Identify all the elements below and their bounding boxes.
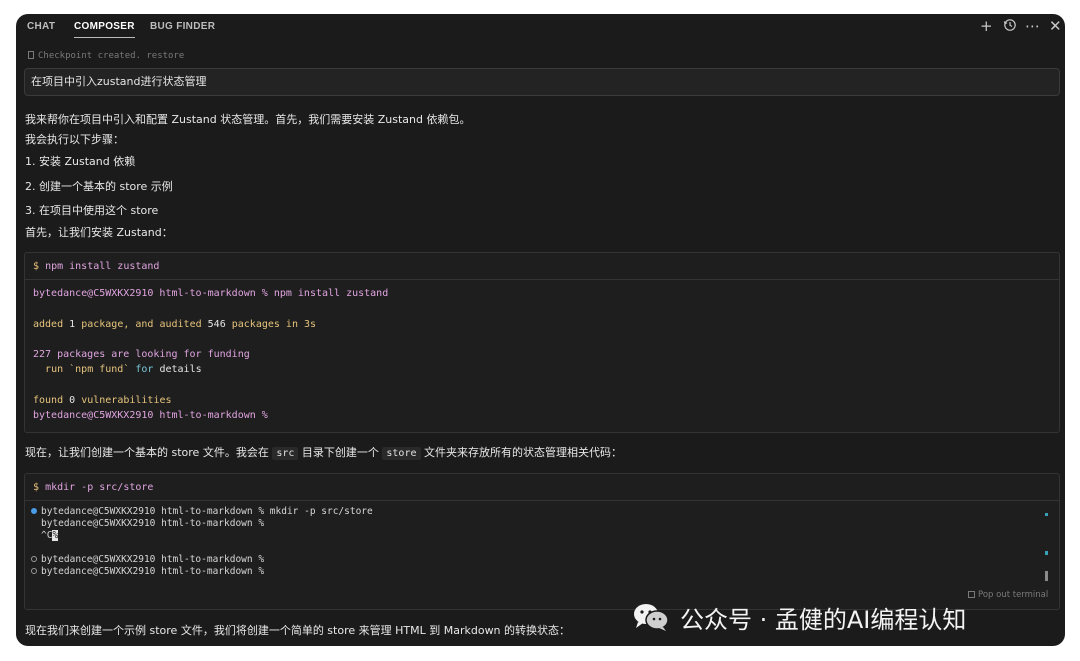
text: bytedance@C5WXKX2910 html-to-markdown % <box>41 554 265 565</box>
scroll-marker <box>1045 551 1048 555</box>
inline-code: store <box>382 447 421 460</box>
plus-icon[interactable]: + <box>980 17 993 35</box>
text: ^C <box>41 530 53 541</box>
text: Pop out terminal <box>978 590 1049 600</box>
number: 546 <box>207 319 226 330</box>
text: for <box>135 364 154 375</box>
close-icon[interactable]: ✕ <box>1049 17 1062 35</box>
terminal-line: ^C% <box>41 530 59 542</box>
command-text: mkdir -p src/store <box>45 482 154 493</box>
terminal-block-mkdir[interactable]: $ mkdir -p src/store bytedance@C5WXKX291… <box>24 473 1060 610</box>
text: package, and audited <box>81 319 202 330</box>
restore-link[interactable]: restore <box>146 51 184 61</box>
terminal-cursor: % <box>52 530 59 541</box>
watermark-text: 公众号 · 孟健的AI编程认知 <box>680 605 967 634</box>
checkpoint-notice: Checkpoint created. restore <box>28 51 184 61</box>
command-header: $ mkdir -p src/store <box>25 474 1059 501</box>
step-3: 3. 在项目中使用这个 store <box>25 204 159 217</box>
scroll-marker <box>1045 513 1048 516</box>
terminal-line: bytedance@C5WXKX2910 html-to-markdown % <box>33 410 268 421</box>
terminal-line: found 0 vulnerabilities <box>33 394 172 407</box>
history-icon[interactable] <box>1003 18 1017 36</box>
tab-composer[interactable]: COMPOSER <box>74 21 135 38</box>
terminal-line: bytedance@C5WXKX2910 html-to-markdown % <box>31 554 264 566</box>
number: 1 <box>69 319 76 330</box>
terminal-line: run `npm fund` for details <box>33 363 202 376</box>
user-prompt[interactable]: 在项目中引入zustand进行状态管理 <box>24 68 1060 96</box>
install-intro: 首先，让我们安装 Zustand： <box>25 226 173 239</box>
text: 目录下创建一个 <box>301 446 379 459</box>
text: details <box>159 364 202 375</box>
tab-bar: CHAT COMPOSER BUG FINDER + ⋯ ✕ <box>16 14 1065 40</box>
watermark: 公众号 · 孟健的AI编程认知 <box>632 600 966 634</box>
text: 文件夹来存放所有的状态管理相关代码： <box>424 446 622 459</box>
idle-dot-icon <box>31 568 37 574</box>
scroll-thumb[interactable] <box>1045 571 1048 581</box>
step-2: 2. 创建一个基本的 store 示例 <box>25 180 173 193</box>
steps-intro: 我会执行以下步骤： <box>25 133 124 146</box>
terminal-scrollbar[interactable] <box>1045 513 1049 583</box>
checkpoint-text: Checkpoint created. <box>38 51 141 61</box>
pop-out-terminal-button[interactable]: Pop out terminal <box>968 590 1048 600</box>
tab-chat[interactable]: CHAT <box>27 21 55 32</box>
terminal-line: bytedance@C5WXKX2910 html-to-markdown % <box>31 566 264 578</box>
composer-panel: CHAT COMPOSER BUG FINDER + ⋯ ✕ Checkpoin… <box>16 14 1065 646</box>
step-1: 1. 安装 Zustand 依赖 <box>25 155 136 168</box>
text: bytedance@C5WXKX2910 html-to-markdown % … <box>41 506 373 517</box>
terminal-line: bytedance@C5WXKX2910 html-to-markdown % <box>41 518 265 529</box>
terminal-line: bytedance@C5WXKX2910 html-to-markdown % … <box>33 288 389 299</box>
text: packages in 3s <box>231 319 317 330</box>
number: 0 <box>69 395 76 406</box>
terminal-line: 227 packages are looking for funding <box>33 349 250 360</box>
text: added <box>33 319 64 330</box>
more-icon[interactable]: ⋯ <box>1025 17 1040 35</box>
final-message: 现在我们来创建一个示例 store 文件，我们将创建一个简单的 store 来管… <box>25 624 571 637</box>
wechat-icon <box>632 602 670 632</box>
command-text: npm install zustand <box>45 261 160 272</box>
terminal-line: added 1 package, and audited 546 package… <box>33 318 316 331</box>
idle-dot-icon <box>31 556 37 562</box>
text: vulnerabilities <box>81 395 172 406</box>
message-intro: 我来帮你在项目中引入和配置 Zustand 状态管理。首先，我们需要安装 Zus… <box>25 113 471 126</box>
external-link-icon <box>968 591 975 598</box>
command-header: $ npm install zustand <box>25 253 1059 280</box>
prompt-symbol: $ <box>33 261 40 272</box>
text: run `npm fund` <box>45 364 130 375</box>
tab-bug-finder[interactable]: BUG FINDER <box>150 21 215 32</box>
terminal-block-install: $ npm install zustand bytedance@C5WXKX29… <box>24 252 1060 433</box>
text: found <box>33 395 64 406</box>
inline-code: src <box>272 447 299 460</box>
text: 现在，让我们创建一个基本的 store 文件。我会在 <box>25 446 269 459</box>
bookmark-icon <box>28 51 34 59</box>
success-dot-icon <box>31 508 37 514</box>
text: bytedance@C5WXKX2910 html-to-markdown % <box>41 566 265 577</box>
mkdir-intro: 现在，让我们创建一个基本的 store 文件。我会在 src 目录下创建一个 s… <box>25 446 622 461</box>
terminal-line: bytedance@C5WXKX2910 html-to-markdown % … <box>31 506 373 518</box>
prompt-symbol: $ <box>33 482 40 493</box>
